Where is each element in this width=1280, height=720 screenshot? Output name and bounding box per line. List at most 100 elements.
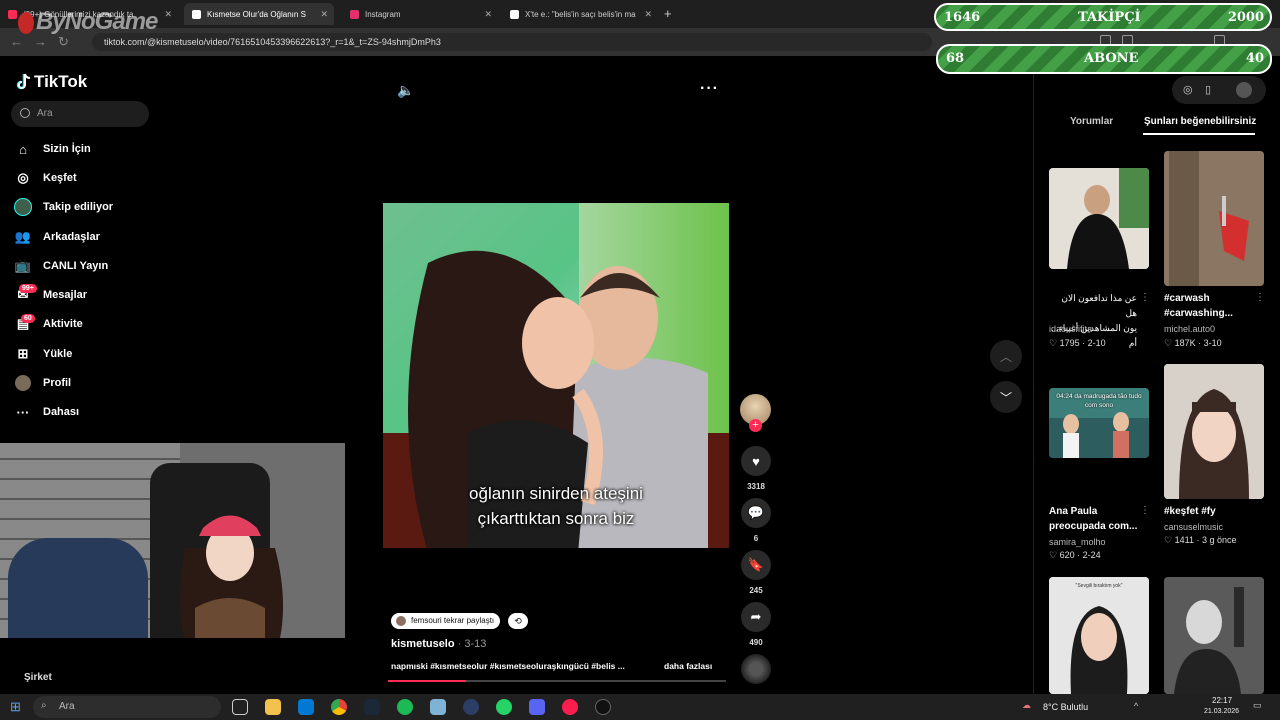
tab-suggestions[interactable]: Şunları beğenebilirsiniz [1144,116,1256,127]
card-menu-icon[interactable]: ⋮ [1255,292,1265,303]
thumbnail-carwash [1164,151,1264,286]
new-tab-plus-icon[interactable]: + [664,6,672,21]
repost-icon[interactable]: ⟲ [508,613,528,629]
video-description: napmıski #kısmetseolur #kısmetseoluraşkı… [391,661,625,671]
whatsapp-icon[interactable] [496,699,512,715]
sidebar-item-following[interactable]: Takip ediliyor [14,196,113,218]
close-tab-icon[interactable]: ✕ [484,9,492,20]
music-disc-icon[interactable] [741,654,771,684]
close-tab-icon[interactable]: ✕ [320,9,328,20]
back-arrow-icon[interactable]: ← [10,34,23,49]
clock-date[interactable]: 21.03.2026 [1204,708,1239,715]
tab-comments[interactable]: Yorumlar [1070,116,1113,127]
sidebar-item-more[interactable]: ··· Dahası [14,401,80,423]
previous-video-button[interactable]: ︿ [990,340,1022,372]
spotify-icon[interactable] [397,699,413,715]
sidebar-item-friends[interactable]: 👥 Arkadaşlar [14,226,100,248]
forward-arrow-icon[interactable]: → [34,34,47,49]
card-menu-icon[interactable]: ⋮ [1140,292,1150,303]
sidebar-item-upload[interactable]: ⊞ Yükle [14,343,73,365]
compass-icon: ◎ [17,170,29,185]
file-explorer-icon[interactable] [265,699,281,715]
chrome-icon[interactable] [331,699,347,715]
caption-line: oğlanın sinirden ateşini [469,484,643,503]
video-author[interactable]: kismetuselo · 3-13 [391,638,486,650]
obs-icon[interactable] [595,699,611,715]
title-line: #carwashing... [1164,308,1233,319]
title-line: #carwash [1164,293,1210,304]
valorant-icon[interactable] [463,699,479,715]
app-icon[interactable] [430,699,446,715]
title-line: Ana Paula [1049,506,1098,517]
sidebar-item-label: Aktivite [43,318,83,330]
suggested-video-thumbnail[interactable] [1164,577,1264,694]
show-more-link[interactable]: daha fazlası [664,661,712,671]
windows-start-icon[interactable]: ⊞ [10,699,21,715]
clock-time[interactable]: 22:17 [1212,696,1232,705]
url-field[interactable]: tiktok.com/@kismetuselo/video/7616510453… [92,33,932,51]
caption-line: çıkarttıktan sonra biz [477,509,635,528]
sidebar-item-label: Sizin İçin [43,143,91,155]
chevron-up-icon: ︿ [999,349,1012,364]
video-caption: oğlanın sinirden ateşini çıkarttıktan so… [383,481,729,531]
task-view-icon[interactable] [232,699,248,715]
title-line: عن مذا تدافعون الان هل [1061,293,1137,318]
suggested-video-user: idaousfifita [1049,324,1093,334]
browser-tab-active[interactable]: Kısmetse Olur'da Oğlanın S ✕ [184,3,334,25]
tiktok-note-icon [16,73,30,90]
like-count: 1795 [1059,338,1080,348]
close-tab-icon[interactable]: ✕ [164,9,172,20]
taskbar-search[interactable]: ⌕ Ara [33,696,221,718]
user-avatar[interactable] [1236,82,1252,98]
discord-icon[interactable] [529,699,545,715]
tiktok-logo[interactable]: TikTok [16,72,87,92]
sidebar-item-explore[interactable]: ◎ Keşfet [14,167,76,189]
opera-icon[interactable] [562,699,578,715]
video-progress-bar[interactable] [388,680,726,682]
weather-text[interactable]: 8°C Bulutlu [1043,702,1088,712]
close-tab-icon[interactable]: ✕ [644,9,652,20]
suggested-video-thumbnail[interactable] [1164,364,1264,499]
video-player[interactable]: oğlanın sinirden ateşini çıkarttıktan so… [383,203,729,548]
repost-chip[interactable]: femsouri tekrar paylaştı [391,613,501,629]
next-video-button[interactable]: ﹀ [990,381,1022,413]
search-input[interactable]: Ara [11,101,149,127]
follow-plus-icon[interactable]: + [749,419,762,432]
heart-outline-icon: ♡ [1164,338,1173,348]
card-menu-icon[interactable]: ⋮ [1140,505,1150,516]
more-options-icon[interactable]: ··· [700,80,719,98]
notification-icon[interactable]: ▭ [1253,700,1262,711]
weather-icon: ☁ [1022,700,1031,710]
reload-icon[interactable]: ↻ [58,34,69,50]
comment-button[interactable]: 💬 [741,498,771,528]
comment-icon: 💬 [747,505,765,520]
compass-icon[interactable]: ◎ [1183,83,1193,96]
tray-chevron-up-icon[interactable]: ^ [1134,701,1138,711]
sidebar-item-label: Mesajlar [43,289,88,301]
suggested-video-title: #carwash #carwashing... [1164,291,1233,321]
phone-icon[interactable]: ▯ [1205,83,1211,96]
chevron-down-icon: ﹀ [999,390,1012,405]
share-button[interactable]: ➦ [741,602,771,632]
suggested-video-thumbnail[interactable] [1164,151,1264,286]
steam-icon[interactable] [364,699,380,715]
suggested-video-thumbnail[interactable] [1049,168,1149,269]
browser-tab[interactable]: Instagram ✕ [342,3,498,25]
like-button[interactable]: ♥ [741,446,771,476]
sidebar-item-for-you[interactable]: ⌂ Sizin İçin [14,138,91,160]
volume-icon[interactable]: 🔈 [397,82,414,99]
sidebar-item-live[interactable]: 📺 CANLI Yayın [14,255,108,277]
save-button[interactable]: 🔖 [741,550,771,580]
post-date: 3 g önce [1201,535,1237,545]
post-date: 3-10 [1203,338,1222,348]
browser-tab[interactable]: X'te e.: "belis'in saçı belis'in ma ✕ [502,3,658,25]
sidebar-item-label: Arkadaşlar [43,231,100,243]
sidebar-item-profile[interactable]: Profil [14,372,71,394]
like-count: 3318 [747,482,765,491]
video-progress-fill [388,680,466,682]
title-line: #keşfet #fy [1164,506,1216,517]
suggested-video-thumbnail[interactable]: "Sevgili bıraktım yok" [1049,577,1149,694]
outlook-icon[interactable] [298,699,314,715]
suggested-video-thumbnail[interactable]: 04:24 da madrugada tão tudo com sono [1049,388,1149,458]
messages-badge: 99+ [19,284,37,293]
